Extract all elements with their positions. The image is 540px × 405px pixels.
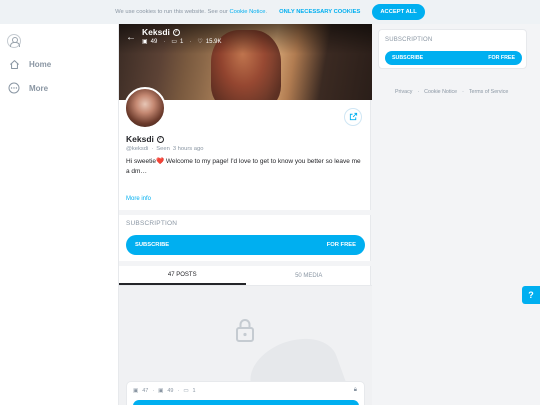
unlock-button[interactable] [133,400,359,405]
stat-separator: · [177,388,180,394]
cookie-notice-footer-link[interactable]: Cookie Notice [424,89,457,95]
accept-all-cookies-button[interactable]: ACCEPT ALL [372,4,425,20]
likes-count: 15.9K [205,38,222,45]
cover-username: Keksdi ✓ [142,27,180,37]
nav-item-more[interactable]: More [8,82,48,94]
back-arrow-icon[interactable]: ← [126,32,136,43]
videos-stat: ▭ 1 [171,38,184,46]
profile-bio: Hi sweetie❤️ Welcome to my page! I'd lov… [126,158,361,175]
video-icon: ▭ [183,388,189,394]
nav-item-label: More [29,83,49,93]
profile-main: ← Keksdi ✓ ▣ 49 · ▭ 1 · ♡ 15.9K Keksdi ✓ @k… [118,24,372,405]
subscribe-label: SUBSCRIBE [135,242,170,248]
locked-post: ▣ 47 · ▣ 49 · ▭ 1 🔒︎ [119,286,372,405]
profile-name: Keksdi ✓ [126,134,164,144]
only-necessary-cookies-button[interactable]: ONLY NECESSARY COOKIES [275,5,364,19]
footer-links: Privacy · Cookie Notice · Terms of Servi… [395,89,508,95]
subscription-title: SUBSCRIPTION [385,37,433,43]
locked-photos-count: 49 [167,388,174,394]
subscribe-label: SUBSCRIBE [392,55,424,61]
privacy-link[interactable]: Privacy [395,89,412,95]
section-divider [119,210,372,215]
more-info-link[interactable]: More info [126,196,151,202]
stat-separator: · [189,38,192,45]
image-icon: ▣ [158,388,164,394]
seen-label: Seen [156,146,170,152]
post-icon: ▣ [133,388,139,394]
user-avatar-icon[interactable] [7,34,21,48]
lock-small-icon: 🔒︎ [353,387,357,393]
share-icon [349,112,358,123]
profile-stats: ▣ 49 · ▭ 1 · ♡ 15.9K [142,38,222,46]
video-icon: ▭ [171,39,178,45]
locked-post-stats: ▣ 47 · ▣ 49 · ▭ 1 [133,388,196,394]
subscription-title: SUBSCRIPTION [126,220,178,227]
footer-separator: · [417,89,420,95]
profile-avatar[interactable] [124,87,166,129]
cover-name-text: Keksdi [142,27,170,37]
help-button[interactable]: ? [522,286,540,304]
locked-posts-count: 47 [142,388,149,394]
nav-item-label: Home [29,59,52,69]
last-seen: 3 hours ago [172,146,204,152]
photos-count: 49 [150,38,158,45]
lock-icon [235,318,255,344]
likes-stat: ♡ 15.9K [197,38,222,46]
cookie-notice-link[interactable]: Cookie Notice [229,9,265,15]
locked-post-card: ▣ 47 · ▣ 49 · ▭ 1 🔒︎ [126,381,365,405]
share-button[interactable] [344,108,362,126]
more-icon [8,82,20,94]
tab-media[interactable]: 50 MEDIA [246,266,373,285]
subscribe-price: FOR FREE [488,55,515,61]
photos-stat: ▣ 49 [142,38,158,46]
subscribe-button-sidebar[interactable]: SUBSCRIBE FOR FREE [385,51,522,65]
image-icon: ▣ [142,39,148,45]
videos-count: 1 [180,38,184,45]
subscription-card: SUBSCRIPTION SUBSCRIBE FOR FREE [378,29,527,69]
stat-separator: · [163,38,166,45]
subscribe-price: FOR FREE [326,242,356,248]
cookie-message-text: We use cookies to run this website. See … [115,9,228,15]
profile-name-text: Keksdi [126,134,154,144]
home-icon [8,58,20,70]
cookie-link-suffix: . [265,9,268,15]
verified-icon: ✓ [156,135,164,143]
content-tabs: 47 POSTS 50 MEDIA [119,266,372,286]
tab-posts[interactable]: 47 POSTS [119,266,246,285]
verified-icon: ✓ [172,28,180,36]
left-navigation: Home More [0,24,118,405]
subscribe-button[interactable]: SUBSCRIBE FOR FREE [126,235,365,255]
nav-item-home[interactable]: Home [8,58,51,70]
stat-separator: · [152,388,155,394]
profile-handle: @keksdi [126,146,149,152]
cookie-message: We use cookies to run this website. See … [115,9,267,15]
profile-meta: @keksdi · Seen 3 hours ago [126,146,203,152]
cookie-banner: We use cookies to run this website. See … [0,0,540,24]
help-icon: ? [528,290,534,300]
meta-separator: · [151,146,154,152]
right-sidebar: SUBSCRIPTION SUBSCRIBE FOR FREE Privacy … [371,24,540,405]
footer-separator: · [462,89,464,95]
locked-videos-count: 1 [192,388,196,394]
heart-icon: ♡ [197,39,203,45]
terms-link[interactable]: Terms of Service [469,89,508,95]
